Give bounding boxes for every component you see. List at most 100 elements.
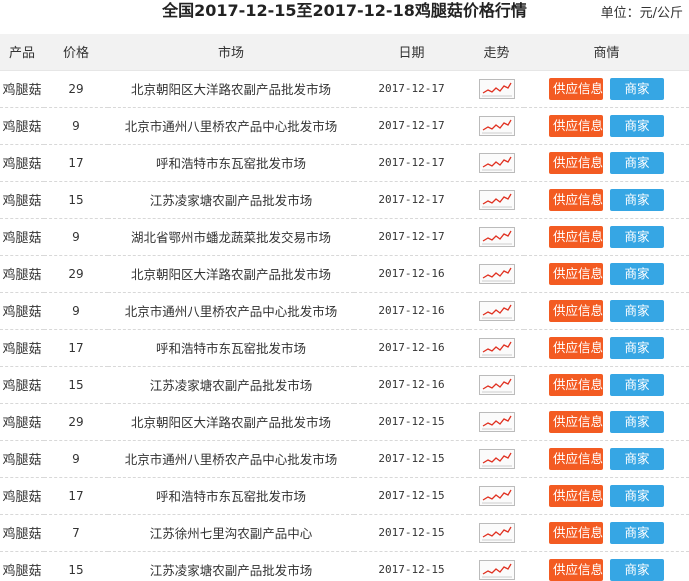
trend-chart-icon[interactable] [478,263,515,284]
price-cell: 29 [44,403,108,441]
merchant-button[interactable]: 商家 [610,225,664,248]
market-cell: 江苏徐州七里沟农副产品中心 [108,514,354,552]
page-title: 全国2017-12-15至2017-12-18鸡腿菇价格行情 [162,1,527,20]
market-cell: 北京朝阳区大洋路农副产品批发市场 [108,70,354,108]
supply-info-button[interactable]: 供应信息 [549,262,603,285]
date-cell: 2017-12-15 [354,514,469,552]
date-cell: 2017-12-17 [354,218,469,256]
table-body: 鸡腿菇 29 北京朝阳区大洋路农副产品批发市场 2017-12-17 供应信息 商家 鸡腿菇… [0,70,689,581]
trend-cell [469,70,524,108]
price-cell: 15 [44,366,108,404]
product-cell: 鸡腿菇 [0,440,44,478]
merchant-button[interactable]: 商家 [610,373,664,396]
table-row: 鸡腿菇 9 北京市通州八里桥农产品中心批发市场 2017-12-16 供应信息 商家 [0,292,689,330]
market-cell: 北京市通州八里桥农产品中心批发市场 [108,107,354,145]
price-cell: 9 [44,107,108,145]
table-row: 鸡腿菇 15 江苏凌家塘农副产品批发市场 2017-12-17 供应信息 商家 [0,181,689,219]
table-row: 鸡腿菇 17 呼和浩特市东瓦窑批发市场 2017-12-15 供应信息 商家 [0,477,689,515]
business-cell: 供应信息 商家 [524,181,689,219]
merchant-button[interactable]: 商家 [610,484,664,507]
trend-chart-icon[interactable] [478,226,515,247]
trend-chart-icon[interactable] [478,559,515,580]
supply-info-button[interactable]: 供应信息 [549,410,603,433]
date-cell: 2017-12-16 [354,329,469,367]
trend-chart-icon[interactable] [478,152,515,173]
merchant-button[interactable]: 商家 [610,299,664,322]
table-row: 鸡腿菇 29 北京朝阳区大洋路农副产品批发市场 2017-12-16 供应信息 商家 [0,255,689,293]
market-cell: 北京市通州八里桥农产品中心批发市场 [108,440,354,478]
merchant-button[interactable]: 商家 [610,336,664,359]
supply-info-button[interactable]: 供应信息 [549,447,603,470]
price-table: 产品 价格 市场 日期 走势 商情 鸡腿菇 29 北京朝阳区大洋路农副产品批发市场 2… [0,34,689,581]
trend-chart-icon[interactable] [478,78,515,99]
merchant-button[interactable]: 商家 [610,262,664,285]
price-cell: 9 [44,292,108,330]
column-header-market: 市场 [108,34,354,71]
trend-cell [469,403,524,441]
date-cell: 2017-12-15 [354,477,469,515]
merchant-button[interactable]: 商家 [610,410,664,433]
trend-cell [469,144,524,182]
unit-label: 单位：元/公斤 [600,6,683,21]
trend-chart-icon[interactable] [478,448,515,469]
product-cell: 鸡腿菇 [0,551,44,581]
business-cell: 供应信息 商家 [524,366,689,404]
supply-info-button[interactable]: 供应信息 [549,521,603,544]
merchant-button[interactable]: 商家 [610,77,664,100]
column-header-business: 商情 [524,34,689,71]
trend-chart-icon[interactable] [478,189,515,210]
product-cell: 鸡腿菇 [0,107,44,145]
column-header-price: 价格 [44,34,108,71]
market-cell: 北京朝阳区大洋路农副产品批发市场 [108,403,354,441]
trend-cell [469,218,524,256]
merchant-button[interactable]: 商家 [610,188,664,211]
supply-info-button[interactable]: 供应信息 [549,151,603,174]
price-cell: 15 [44,181,108,219]
business-cell: 供应信息 商家 [524,403,689,441]
merchant-button[interactable]: 商家 [610,521,664,544]
merchant-button[interactable]: 商家 [610,447,664,470]
trend-cell [469,181,524,219]
trend-chart-icon[interactable] [478,522,515,543]
date-cell: 2017-12-15 [354,440,469,478]
merchant-button[interactable]: 商家 [610,151,664,174]
merchant-button[interactable]: 商家 [610,114,664,137]
trend-chart-icon[interactable] [478,337,515,358]
table-header-row: 产品 价格 市场 日期 走势 商情 [0,34,689,71]
price-cell: 17 [44,144,108,182]
supply-info-button[interactable]: 供应信息 [549,188,603,211]
supply-info-button[interactable]: 供应信息 [549,299,603,322]
supply-info-button[interactable]: 供应信息 [549,558,603,581]
supply-info-button[interactable]: 供应信息 [549,114,603,137]
trend-chart-icon[interactable] [478,374,515,395]
trend-chart-icon[interactable] [478,115,515,136]
supply-info-button[interactable]: 供应信息 [549,373,603,396]
price-cell: 17 [44,477,108,515]
product-cell: 鸡腿菇 [0,366,44,404]
product-cell: 鸡腿菇 [0,218,44,256]
product-cell: 鸡腿菇 [0,144,44,182]
trend-cell [469,366,524,404]
table-row: 鸡腿菇 29 北京朝阳区大洋路农副产品批发市场 2017-12-17 供应信息 商家 [0,70,689,108]
trend-chart-icon[interactable] [478,300,515,321]
column-header-date: 日期 [354,34,469,71]
trend-chart-icon[interactable] [478,411,515,432]
supply-info-button[interactable]: 供应信息 [549,484,603,507]
business-cell: 供应信息 商家 [524,292,689,330]
merchant-button[interactable]: 商家 [610,558,664,581]
trend-chart-icon[interactable] [478,485,515,506]
supply-info-button[interactable]: 供应信息 [549,77,603,100]
table-row: 鸡腿菇 9 北京市通州八里桥农产品中心批发市场 2017-12-15 供应信息 商家 [0,440,689,478]
trend-cell [469,477,524,515]
product-cell: 鸡腿菇 [0,514,44,552]
price-cell: 15 [44,551,108,581]
supply-info-button[interactable]: 供应信息 [549,225,603,248]
product-cell: 鸡腿菇 [0,70,44,108]
trend-cell [469,514,524,552]
product-cell: 鸡腿菇 [0,255,44,293]
date-cell: 2017-12-17 [354,144,469,182]
date-cell: 2017-12-17 [354,181,469,219]
price-cell: 9 [44,440,108,478]
supply-info-button[interactable]: 供应信息 [549,336,603,359]
column-header-trend: 走势 [469,34,524,71]
